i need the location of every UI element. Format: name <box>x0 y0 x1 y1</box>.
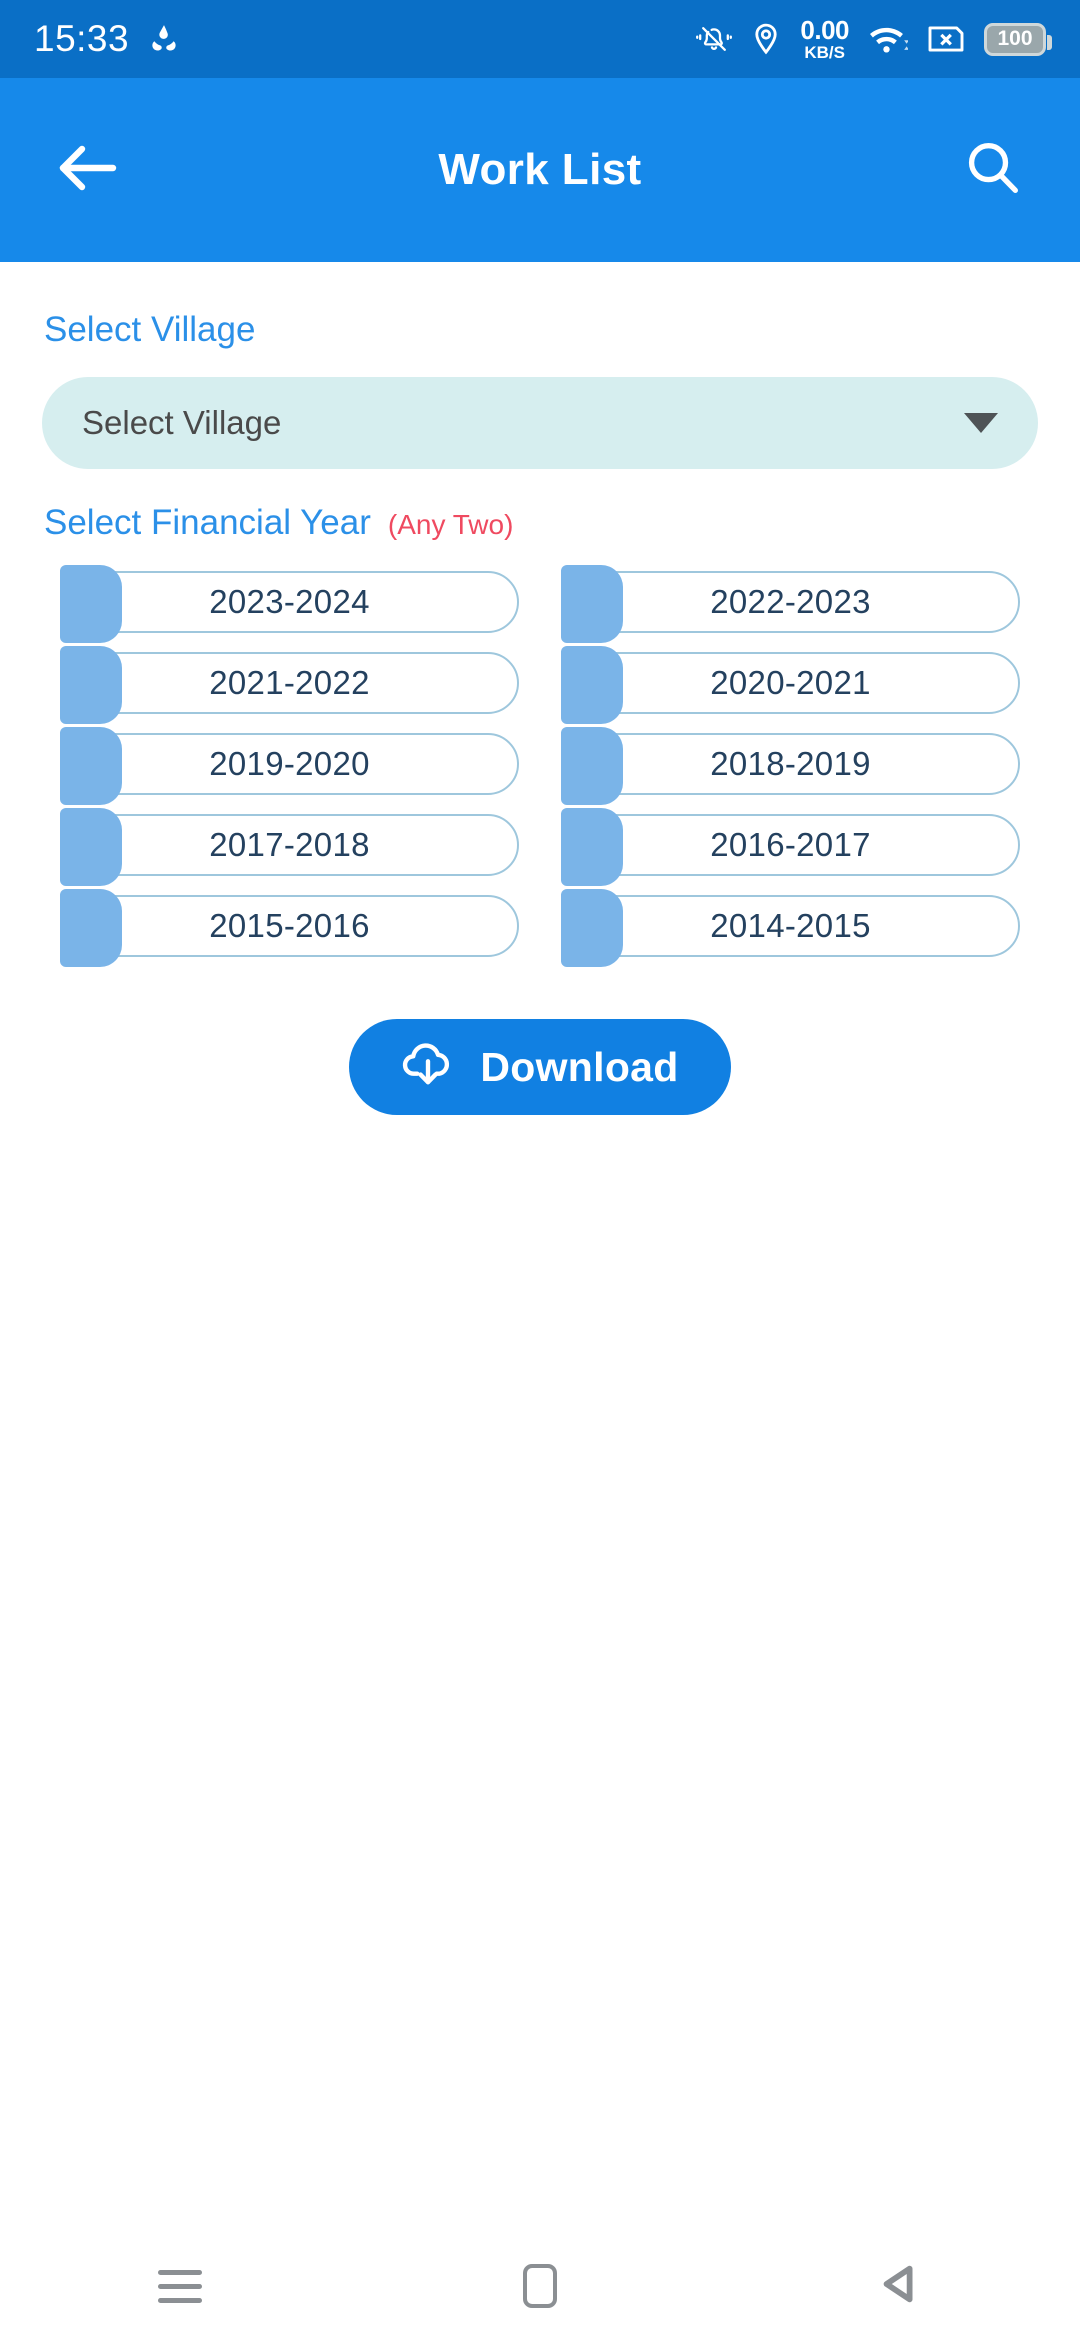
fy-option-2017-2018[interactable]: 2017-2018 <box>60 808 519 886</box>
network-speed-value: 0.00 <box>800 15 849 45</box>
fy-option-label: 2014-2015 <box>710 907 871 944</box>
search-button[interactable] <box>956 133 1030 207</box>
fy-option-2018-2019[interactable]: 2018-2019 <box>561 727 1020 805</box>
fy-option-label: 2018-2019 <box>710 745 871 782</box>
checkbox-indicator-icon[interactable] <box>60 646 122 724</box>
financial-year-header: Select Financial Year (Any Two) <box>44 503 1038 543</box>
checkbox-indicator-icon[interactable] <box>561 889 623 967</box>
fy-option-2022-2023[interactable]: 2022-2023 <box>561 565 1020 643</box>
battery-indicator: 100 <box>984 22 1052 56</box>
fy-option-label: 2016-2017 <box>710 826 871 863</box>
checkbox-indicator-icon[interactable] <box>561 808 623 886</box>
checkbox-indicator-icon[interactable] <box>561 646 623 724</box>
back-arrow-icon <box>55 143 119 198</box>
download-button-label: Download <box>480 1043 679 1090</box>
cloud-download-icon <box>401 1038 455 1097</box>
network-speed-indicator: 0.00 KB/S <box>800 17 849 61</box>
sync-icon <box>147 22 181 56</box>
battery-level: 100 <box>997 27 1033 50</box>
financial-year-grid: 2023-2024 2022-2023 2021-2022 2020-2021 … <box>42 565 1038 967</box>
select-village-label: Select Village <box>44 310 256 349</box>
checkbox-indicator-icon[interactable] <box>60 727 122 805</box>
status-bar-left: 15:33 <box>34 18 181 60</box>
search-icon <box>964 139 1022 202</box>
home-square-icon <box>523 2264 557 2308</box>
download-button-wrapper: Download <box>42 1019 1038 1115</box>
fy-option-label: 2015-2016 <box>209 907 370 944</box>
fy-option-label: 2022-2023 <box>710 583 871 620</box>
fy-option-2023-2024[interactable]: 2023-2024 <box>60 565 519 643</box>
download-button[interactable]: Download <box>349 1019 731 1115</box>
fy-option-2019-2020[interactable]: 2019-2020 <box>60 727 519 805</box>
fy-option-2014-2015[interactable]: 2014-2015 <box>561 889 1020 967</box>
back-button[interactable] <box>50 133 124 207</box>
fy-option-2015-2016[interactable]: 2015-2016 <box>60 889 519 967</box>
checkbox-indicator-icon[interactable] <box>561 727 623 805</box>
village-selected-value: Select Village <box>82 404 282 441</box>
menu-recents-icon <box>158 2269 202 2303</box>
village-dropdown[interactable]: Select Village <box>42 377 1038 469</box>
fy-option-label: 2017-2018 <box>209 826 370 863</box>
fy-option-label: 2021-2022 <box>209 664 370 701</box>
fy-option-2020-2021[interactable]: 2020-2021 <box>561 646 1020 724</box>
wifi-icon <box>868 23 908 55</box>
location-pin-icon <box>751 22 781 56</box>
chevron-down-icon <box>964 413 998 433</box>
checkbox-indicator-icon[interactable] <box>60 889 122 967</box>
checkbox-indicator-icon[interactable] <box>60 808 122 886</box>
network-speed-unit: KB/S <box>804 43 845 62</box>
status-bar-right: 0.00 KB/S 100 <box>696 17 1052 61</box>
fy-option-2021-2022[interactable]: 2021-2022 <box>60 646 519 724</box>
fy-option-label: 2023-2024 <box>209 583 370 620</box>
fy-option-label: 2019-2020 <box>209 745 370 782</box>
financial-year-note: (Any Two) <box>387 509 514 540</box>
bell-mute-icon <box>696 23 733 55</box>
page-title: Work List <box>438 145 642 194</box>
system-back-button[interactable] <box>840 2246 960 2326</box>
app-bar: Work List <box>0 78 1080 262</box>
checkbox-indicator-icon[interactable] <box>561 565 623 643</box>
fy-option-2016-2017[interactable]: 2016-2017 <box>561 808 1020 886</box>
checkbox-indicator-icon[interactable] <box>60 565 122 643</box>
status-bar: 15:33 0.00 KB/S 100 <box>0 0 1080 78</box>
financial-year-label: Select Financial Year <box>44 503 371 542</box>
main-content: Select Village Select Village Select Fin… <box>0 310 1080 1115</box>
back-triangle-icon <box>875 2259 925 2314</box>
status-time: 15:33 <box>34 18 130 59</box>
system-navigation-bar <box>0 2232 1080 2340</box>
fy-option-label: 2020-2021 <box>710 664 871 701</box>
recents-button[interactable] <box>120 2246 240 2326</box>
home-button[interactable] <box>480 2246 600 2326</box>
sim-card-disabled-icon <box>927 23 965 55</box>
